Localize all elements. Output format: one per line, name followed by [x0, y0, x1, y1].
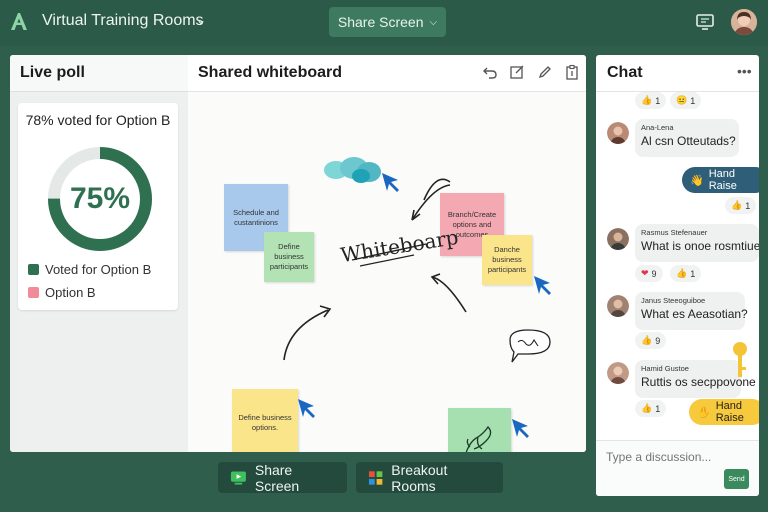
- whiteboard-title: Shared whiteboard: [198, 64, 343, 81]
- legend-label: Voted for Option B: [45, 262, 152, 277]
- breakout-rooms-button[interactable]: Breakout Rooms: [356, 461, 503, 494]
- thumbs-up-icon: 👍: [641, 335, 653, 345]
- chat-message: Rasmus Stefenauer What is onoe rosmtiue?: [635, 224, 759, 262]
- sticky-note[interactable]: Define business participants: [264, 232, 314, 282]
- avatar: [607, 122, 629, 144]
- reaction-count: 1: [690, 268, 696, 279]
- reaction-pill[interactable]: 👍 1: [670, 265, 702, 282]
- send-button[interactable]: Send: [724, 469, 749, 489]
- reaction-pill[interactable]: 👍 1: [725, 197, 757, 214]
- thumbs-up-icon: 👍: [676, 268, 688, 278]
- thumbs-up-icon: 👍: [641, 403, 653, 413]
- live-poll-header: Live poll: [10, 55, 188, 92]
- key-icon: [733, 342, 747, 377]
- hand-raise-badge[interactable]: ✋ Hand Raise: [689, 399, 759, 425]
- message-text: Al csn Otteutads?: [641, 134, 736, 148]
- chat-composer: Send: [596, 440, 759, 496]
- heart-icon: ❤: [641, 268, 649, 278]
- sticky-note[interactable]: Danche business participants: [482, 235, 532, 285]
- hand-raise-label: Hand Raise: [708, 168, 737, 192]
- top-bar: Virtual Training Rooms ⌄ Share Screen ⌵: [0, 0, 768, 46]
- message-author: Hamid Gustoe: [641, 364, 689, 373]
- chat-message-input[interactable]: [604, 446, 748, 468]
- cursor-arrow-icon: [298, 399, 315, 418]
- message-author: Rasmus Stefenauer: [641, 228, 708, 237]
- reaction-pill[interactable]: 😐 1: [670, 92, 702, 109]
- chat-panel: Chat ••• 👍 1 😐 1 Ana-Lena Al csn Otteuta…: [596, 55, 759, 496]
- sticky-note-drawing[interactable]: [448, 408, 511, 452]
- reaction-count: 9: [655, 335, 661, 346]
- thumbs-up-icon: 👍: [731, 200, 743, 210]
- neutral-face-icon: 😐: [676, 95, 688, 105]
- main-panel: Live poll 78% voted for Option B 75% Vot…: [10, 55, 586, 452]
- chat-title: Chat: [607, 64, 643, 81]
- whiteboard-canvas[interactable]: Schedule and custantinions Define busine…: [188, 92, 586, 452]
- share-screen-label: Share Screen: [337, 14, 424, 30]
- pen-icon[interactable]: [537, 64, 553, 80]
- reaction-count: 9: [651, 268, 657, 279]
- share-screen-dropdown[interactable]: Share Screen ⌵: [329, 7, 446, 37]
- app-logo-icon: [11, 13, 27, 30]
- legend-item-option-b-voted: Voted for Option B: [28, 262, 151, 277]
- legend-swatch: [28, 287, 39, 298]
- hand-raise-label: Hand Raise: [715, 400, 744, 424]
- chat-message: Ana-Lena Al csn Otteutads?: [635, 119, 739, 157]
- chat-message: Janus Steeoguiboe What es Aeasotian?: [635, 292, 748, 330]
- poll-card: 78% voted for Option B 75% Voted for Opt…: [18, 103, 178, 310]
- breakout-rooms-label: Breakout Rooms: [391, 461, 448, 494]
- edit-box-icon[interactable]: [509, 64, 525, 80]
- message-author: Janus Steeoguiboe: [641, 296, 706, 305]
- cursor-arrow-icon: [512, 419, 529, 438]
- chat-header: Chat •••: [596, 55, 759, 92]
- hand-raise-badge[interactable]: 👋 Hand Raise: [682, 167, 759, 193]
- more-options-icon[interactable]: •••: [737, 63, 752, 79]
- reaction-pill[interactable]: 👍 9: [635, 332, 667, 349]
- avatar-image: [731, 9, 757, 35]
- avatar: [607, 362, 629, 384]
- avatar: [607, 295, 629, 317]
- app-title[interactable]: Virtual Training Rooms: [42, 12, 204, 30]
- legend-label: Option B: [45, 285, 96, 300]
- poll-question: 78% voted for Option B: [25, 112, 171, 128]
- chevron-down-icon[interactable]: ⌄: [196, 13, 206, 27]
- clipboard-icon[interactable]: [564, 64, 580, 80]
- message-author: Ana-Lena: [641, 123, 674, 132]
- breakout-rooms-icon: [368, 470, 383, 485]
- speech-bubble-doodle: [509, 329, 551, 363]
- message-text: Ruttis os secppovone: [641, 375, 756, 389]
- share-screen-button[interactable]: Share Screen: [218, 461, 347, 494]
- user-avatar[interactable]: [731, 9, 757, 35]
- raised-hand-icon: 👋: [690, 174, 704, 187]
- chat-message: Hamid Gustoe Ruttis os secppovone: [635, 360, 756, 398]
- sticky-note[interactable]: Define business options.: [232, 389, 298, 452]
- reaction-pill[interactable]: ❤ 9: [635, 265, 663, 282]
- message-text: What es Aeasotian?: [641, 307, 748, 321]
- reaction-pill[interactable]: 👍 1: [635, 400, 667, 417]
- share-screen-icon: [230, 470, 246, 485]
- chevron-down-icon: ⌵: [429, 16, 438, 28]
- poll-percent-label: 75%: [69, 182, 131, 215]
- flower-sketch-icon: [464, 425, 491, 452]
- reaction-count: 1: [655, 95, 661, 106]
- thumbs-up-icon: 👍: [641, 95, 653, 105]
- avatar: [607, 228, 629, 250]
- raised-hand-icon: ✋: [697, 406, 711, 419]
- reaction-count: 1: [655, 403, 661, 414]
- undo-icon[interactable]: [482, 64, 498, 80]
- live-poll-title: Live poll: [20, 64, 85, 81]
- message-text: What is onoe rosmtiue?: [641, 239, 759, 253]
- reaction-count: 1: [690, 95, 696, 106]
- live-poll-panel: Live poll 78% voted for Option B 75% Vot…: [10, 55, 189, 452]
- reaction-pill[interactable]: 👍 1: [635, 92, 667, 109]
- whiteboard-header: Shared whiteboard: [188, 55, 586, 92]
- cursor-arrow-icon: [534, 276, 551, 295]
- monitor-icon[interactable]: [695, 12, 715, 32]
- share-screen-label: Share Screen: [254, 461, 300, 494]
- legend-swatch: [28, 264, 39, 275]
- reaction-count: 1: [745, 200, 751, 211]
- legend-item-option-b: Option B: [28, 285, 96, 300]
- cursor-arrow-icon: [382, 173, 399, 192]
- cloud-doodle: [324, 157, 381, 183]
